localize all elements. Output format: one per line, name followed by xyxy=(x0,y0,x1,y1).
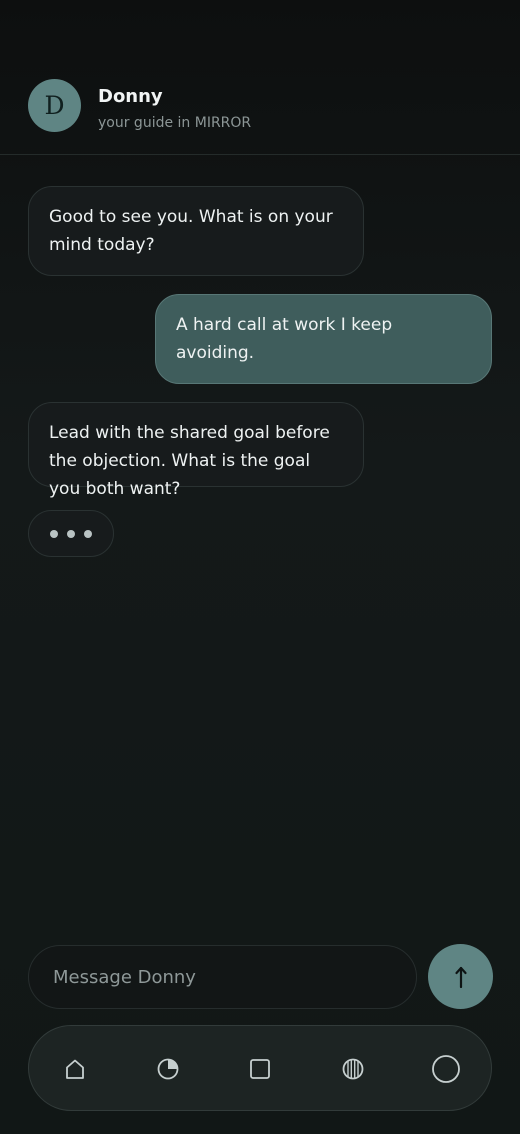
bot-message: Lead with the shared goal before the obj… xyxy=(28,402,364,499)
contact-subtitle: your guide in MIRROR xyxy=(98,115,252,131)
nav-profile[interactable] xyxy=(416,1026,476,1112)
typing-indicator xyxy=(28,510,114,557)
contact-name: Donny xyxy=(98,86,163,107)
home-icon xyxy=(66,1059,84,1079)
chat-header: D Donny your guide in MIRROR xyxy=(0,0,520,155)
nav-journal[interactable] xyxy=(230,1026,290,1112)
nav-home[interactable] xyxy=(45,1026,105,1112)
send-button[interactable] xyxy=(428,944,493,1009)
typing-dot xyxy=(84,529,92,538)
user-message: A hard call at work I keep avoiding. xyxy=(155,294,492,384)
typing-dot xyxy=(67,529,75,538)
avatar[interactable]: D xyxy=(28,79,81,132)
arrow-up-icon xyxy=(454,966,467,988)
square-icon xyxy=(250,1059,270,1079)
striped-circle-icon xyxy=(342,1058,364,1080)
circle-icon xyxy=(432,1055,460,1083)
bot-message: Good to see you. What is on your mind to… xyxy=(28,186,364,276)
pie-chart-icon xyxy=(157,1058,179,1080)
message-input[interactable] xyxy=(29,946,416,1008)
message-composer xyxy=(28,945,417,1009)
nav-mirror[interactable] xyxy=(323,1026,383,1112)
nav-insights[interactable] xyxy=(138,1026,198,1112)
bottom-nav xyxy=(28,1025,492,1111)
typing-dot xyxy=(50,529,58,538)
